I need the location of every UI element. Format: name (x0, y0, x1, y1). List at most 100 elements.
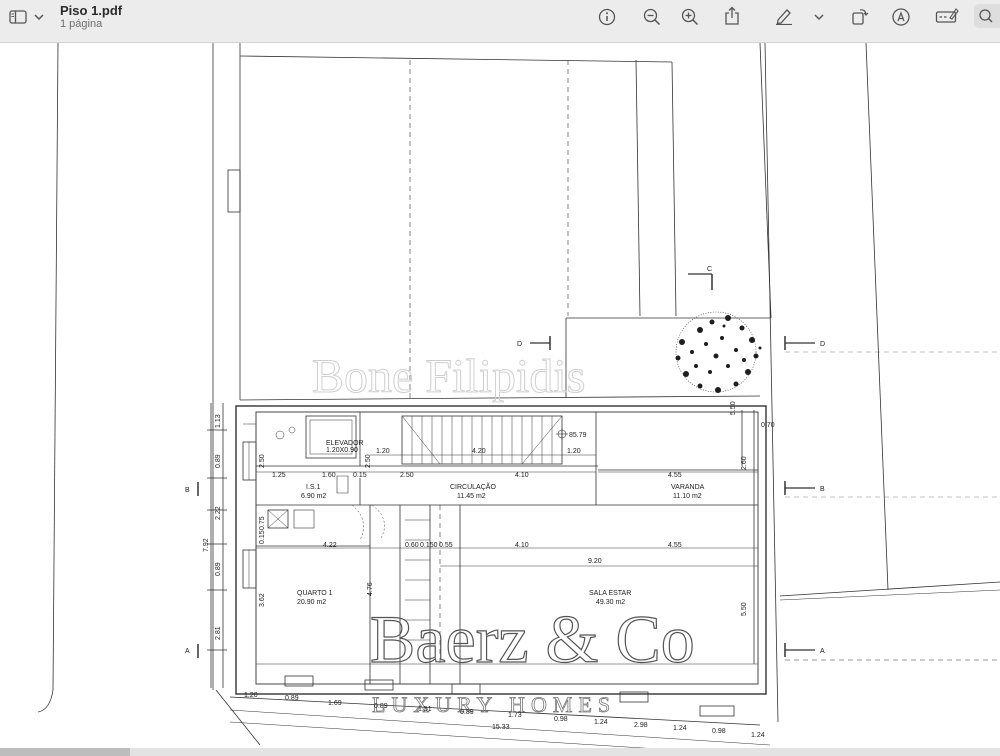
section-mark-b-left: B (185, 487, 190, 494)
room-elevador-size: 1.20X0.90 (326, 447, 358, 454)
dim-label: 2.50 (365, 454, 372, 468)
info-button[interactable] (597, 7, 617, 27)
watermark-top: Bone Filipidis (312, 350, 585, 403)
document-page-count: 1 página (60, 18, 103, 30)
horizontal-scrollbar[interactable] (0, 748, 1000, 756)
dim-label: 0.60 (405, 542, 419, 549)
pen-icon (776, 9, 792, 25)
chevron-down-icon (34, 14, 44, 21)
dim-label: 0.89 (215, 454, 222, 468)
dim-label: 2.81 (215, 626, 222, 640)
dim-label: 4.10 (515, 472, 529, 479)
room-varanda-area: 11.10 m2 (673, 493, 702, 500)
markup-button[interactable] (773, 6, 795, 26)
section-mark-a-left: A (185, 648, 190, 655)
toolbar: Piso 1.pdf 1 página (0, 0, 1000, 43)
dim-label: 1.69 (328, 700, 342, 707)
dim-label: 0.15 (353, 472, 367, 479)
dim-label: 0.150 (420, 542, 438, 549)
sidebar-options-button[interactable] (32, 10, 46, 24)
dim-label: 2.60 (741, 456, 748, 470)
dim-label: 0.89 (285, 695, 299, 702)
zoom-in-icon (681, 8, 699, 26)
share-icon (725, 6, 739, 25)
watermark-brand: Baerz & Co (370, 601, 695, 677)
dim-label: 4.20 (472, 448, 486, 455)
markup-options-button[interactable] (812, 10, 826, 24)
dim-label: 3.62 (259, 593, 266, 607)
level-marker: 85.79 (569, 432, 587, 439)
floor-plan: Bone Filipidis Baerz & Co LUXURY HOMES C… (37, 43, 1000, 756)
info-icon (598, 8, 616, 26)
room-circulacao-area: 11.45 m2 (457, 493, 486, 500)
room-varanda: VARANDA (671, 484, 705, 491)
dim-label: 4.76 (367, 582, 374, 596)
dim-label: 0.89 (374, 703, 388, 710)
room-is1: I.S.1 (306, 484, 321, 491)
dim-label: 1.20 (567, 448, 581, 455)
room-quarto-area: 20.90 m2 (297, 599, 326, 606)
document-title: Piso 1.pdf (60, 3, 123, 18)
sidebar-toggle-button[interactable] (8, 8, 28, 26)
zoom-out-button[interactable] (642, 7, 662, 27)
rotate-button[interactable] (850, 6, 870, 26)
dim-label: 15.33 (492, 724, 510, 731)
tree-symbol (675, 311, 762, 393)
dim-label: 0.98 (554, 716, 568, 723)
dim-label: 1.20 (244, 692, 258, 699)
zoom-out-icon (643, 8, 661, 26)
dim-label: 4.22 (323, 542, 337, 549)
dim-label: 1.51 (418, 706, 432, 713)
section-mark-b-right: B (820, 486, 825, 493)
dim-label: 5.50 (730, 401, 737, 415)
watermark-sub: LUXURY HOMES (372, 692, 616, 717)
dim-label: 2.50 (400, 472, 414, 479)
dim-label: 1.24 (594, 719, 608, 726)
search-icon (979, 9, 993, 23)
dim-label: 4.55 (668, 472, 682, 479)
dim-label: 1.24 (673, 725, 687, 732)
dim-label: 7.92 (203, 538, 210, 552)
dim-label: 4.55 (668, 542, 682, 549)
room-circulacao: CIRCULAÇÃO (450, 482, 496, 491)
dim-label: 5.50 (741, 602, 748, 616)
section-mark-c: C (707, 266, 712, 273)
dim-label: 1.60 (322, 472, 336, 479)
room-sala: SALA ESTAR (589, 590, 631, 597)
share-button[interactable] (722, 5, 742, 27)
dim-label: 0.75 (259, 516, 266, 530)
dim-label: 0.70 (761, 422, 775, 429)
dim-label: 0.55 (439, 542, 453, 549)
room-quarto: QUARTO 1 (297, 590, 333, 597)
sidebar-icon (9, 10, 27, 24)
dim-label: 2.98 (634, 722, 648, 729)
rotate-icon (852, 9, 869, 25)
search-button[interactable] (974, 4, 1000, 28)
dim-label: 9.20 (588, 558, 602, 565)
annotate-button[interactable] (890, 6, 912, 28)
dim-label: 1.25 (272, 472, 286, 479)
dim-label: 1.13 (215, 414, 222, 428)
room-is1-area: 6.90 m2 (301, 493, 326, 500)
scrollbar-thumb[interactable] (0, 748, 130, 756)
room-elevador: ELEVADOR (326, 440, 364, 447)
dim-label: 2.22 (215, 506, 222, 520)
dim-label: 1.73 (508, 712, 522, 719)
section-mark-a-right: A (820, 648, 825, 655)
form-icon (935, 8, 959, 23)
document-canvas[interactable]: Bone Filipidis Baerz & Co LUXURY HOMES C… (0, 43, 1000, 756)
annotate-icon (892, 8, 910, 26)
dim-label: 0.89 (460, 709, 474, 716)
dim-label: 0.89 (215, 562, 222, 576)
dim-label: 1.24 (751, 732, 765, 739)
room-sala-area: 49.30 m2 (596, 599, 625, 606)
dim-label: 0.15 (259, 530, 266, 544)
dim-label: 1.20 (376, 448, 390, 455)
dim-label: 0.98 (712, 728, 726, 735)
dim-label: 4.10 (515, 542, 529, 549)
chevron-down-icon (814, 14, 824, 21)
form-fill-button[interactable] (934, 6, 960, 26)
section-mark-d-left: D (517, 341, 522, 348)
section-mark-d-right: D (820, 341, 825, 348)
zoom-in-button[interactable] (680, 7, 700, 27)
